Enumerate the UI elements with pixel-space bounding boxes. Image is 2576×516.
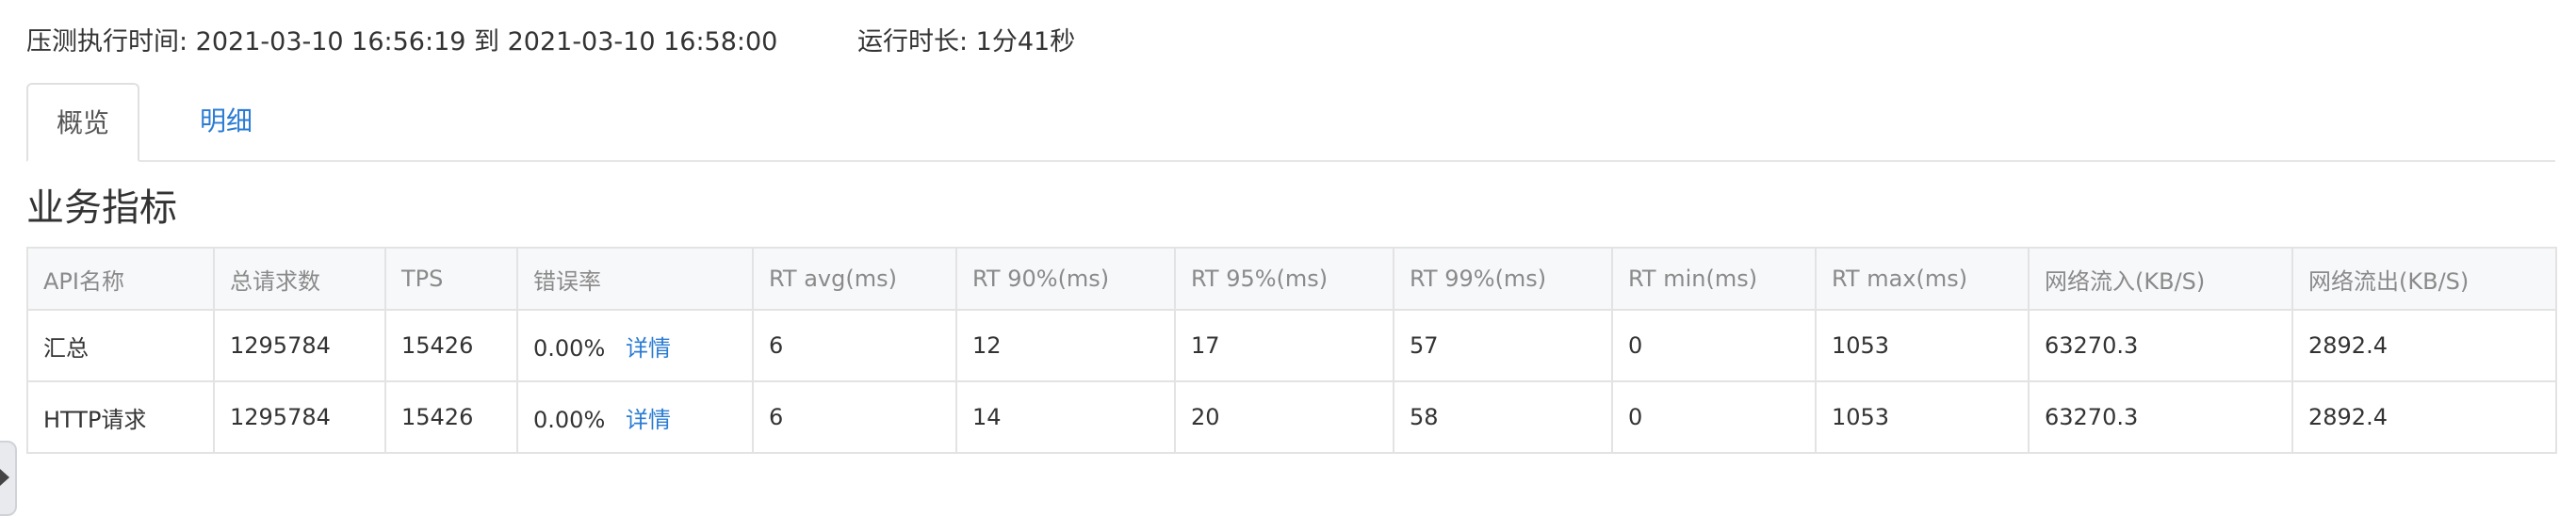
tab-details[interactable]: 明细 — [160, 83, 292, 160]
col-header-tps: TPS — [384, 247, 518, 311]
col-header-api-name: API名称 — [26, 247, 215, 311]
col-header-rt-95: RT 95%(ms) — [1174, 247, 1394, 311]
cell-rt-95: 17 — [1174, 309, 1394, 382]
col-header-net-in: 网络流入(KB/S) — [2028, 247, 2293, 311]
table-row: HTTP请求 1295784 15426 0.00% 详情 6 14 20 58 … — [26, 380, 2557, 454]
col-header-rt-99: RT 99%(ms) — [1393, 247, 1613, 311]
cell-tps: 15426 — [384, 309, 518, 382]
col-header-net-out: 网络流出(KB/S) — [2291, 247, 2557, 311]
cell-api-name: HTTP请求 — [26, 380, 215, 454]
cell-rt-min: 0 — [1611, 380, 1817, 454]
col-header-rt-avg: RT avg(ms) — [752, 247, 957, 311]
cell-rt-95: 20 — [1174, 380, 1394, 454]
error-rate-value: 0.00% — [533, 334, 606, 362]
side-panel-toggle[interactable] — [0, 441, 17, 516]
col-header-rt-max: RT max(ms) — [1815, 247, 2030, 311]
cell-rt-90: 14 — [955, 380, 1176, 454]
cell-api-name: 汇总 — [26, 309, 215, 382]
error-rate-value: 0.00% — [533, 406, 606, 433]
cell-tps: 15426 — [384, 380, 518, 454]
tab-bar: 概览 明细 — [26, 83, 2555, 162]
chevron-right-icon — [0, 469, 9, 486]
cell-rt-99: 58 — [1393, 380, 1613, 454]
col-header-error-rate: 错误率 — [516, 247, 754, 311]
cell-rt-max: 1053 — [1815, 380, 2030, 454]
cell-rt-99: 57 — [1393, 309, 1613, 382]
exec-time-text: 压测执行时间: 2021-03-10 16:56:19 到 2021-03-10… — [26, 27, 778, 56]
col-header-rt-90: RT 90%(ms) — [955, 247, 1176, 311]
cell-net-in: 63270.3 — [2028, 309, 2293, 382]
cell-rt-90: 12 — [955, 309, 1176, 382]
duration-text: 运行时长: 1分41秒 — [857, 27, 1076, 56]
cell-rt-max: 1053 — [1815, 309, 2030, 382]
cell-total-requests: 1295784 — [213, 309, 386, 382]
cell-net-in: 63270.3 — [2028, 380, 2293, 454]
table-header-row: API名称 总请求数 TPS 错误率 RT avg(ms) RT 90%(ms)… — [26, 247, 2557, 311]
cell-error-rate: 0.00% 详情 — [516, 380, 754, 454]
cell-total-requests: 1295784 — [213, 380, 386, 454]
cell-error-rate: 0.00% 详情 — [516, 309, 754, 382]
error-detail-link[interactable]: 详情 — [626, 335, 671, 362]
section-title: 业务指标 — [26, 186, 177, 230]
cell-rt-min: 0 — [1611, 309, 1817, 382]
business-metrics-table: API名称 总请求数 TPS 错误率 RT avg(ms) RT 90%(ms)… — [26, 247, 2557, 454]
cell-rt-avg: 6 — [752, 309, 957, 382]
table-row: 汇总 1295784 15426 0.00% 详情 6 12 17 57 0 10… — [26, 309, 2557, 382]
col-header-rt-min: RT min(ms) — [1611, 247, 1817, 311]
cell-net-out: 2892.4 — [2291, 309, 2557, 382]
tab-overview[interactable]: 概览 — [26, 83, 139, 162]
col-header-total-requests: 总请求数 — [213, 247, 386, 311]
cell-net-out: 2892.4 — [2291, 380, 2557, 454]
test-time-info: 压测执行时间: 2021-03-10 16:56:19 到 2021-03-10… — [26, 21, 1075, 57]
error-detail-link[interactable]: 详情 — [626, 407, 671, 433]
cell-rt-avg: 6 — [752, 380, 957, 454]
